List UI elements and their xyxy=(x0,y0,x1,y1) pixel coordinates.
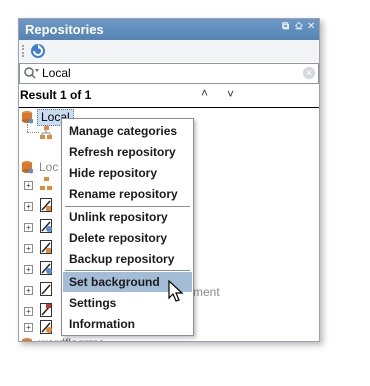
result-count: Result 1 of 1 xyxy=(20,88,92,102)
expand-icon[interactable]: + xyxy=(24,244,33,253)
mouse-cursor-icon xyxy=(168,280,184,302)
menu-item-label: Manage categories xyxy=(69,124,178,138)
expand-icon[interactable]: + xyxy=(24,323,33,332)
close-icon[interactable]: ✕ xyxy=(307,21,315,32)
clear-icon[interactable]: ✕ xyxy=(303,67,315,79)
refresh-button[interactable] xyxy=(28,41,48,61)
menu-item-delete-repository[interactable]: Delete repository xyxy=(63,228,192,248)
expand-icon[interactable]: + xyxy=(24,223,33,232)
expand-icon[interactable]: + xyxy=(24,265,33,274)
restore-icon[interactable]: ⧉ xyxy=(282,21,289,32)
panel-title: Repositories xyxy=(25,22,104,37)
repository-icon xyxy=(22,161,33,174)
document-icon xyxy=(40,320,52,334)
search-input[interactable]: Local xyxy=(42,66,71,80)
categories-icon xyxy=(40,177,52,190)
pin-icon[interactable]: ⎐ xyxy=(295,21,303,32)
document-icon xyxy=(40,240,52,254)
menu-item-label: Hide repository xyxy=(69,166,158,180)
menu-separator xyxy=(65,270,190,271)
refresh-icon xyxy=(31,44,45,58)
categories-icon xyxy=(40,126,52,139)
menu-item-label: Backup repository xyxy=(69,252,175,266)
chevron-down-icon[interactable]: ˅ xyxy=(227,87,234,101)
repository-icon xyxy=(22,111,33,124)
menu-item-hide-repository[interactable]: Hide repository xyxy=(63,163,192,183)
search-filter-icon[interactable] xyxy=(23,66,39,80)
menu-item-unlink-repository[interactable]: Unlink repository xyxy=(63,207,192,227)
document-icon xyxy=(40,282,52,296)
menu-item-label: Unlink repository xyxy=(69,210,168,224)
expand-icon[interactable]: + xyxy=(24,181,33,190)
menu-item-rename-repository[interactable]: Rename repository xyxy=(63,184,192,204)
tree-item-partial[interactable]: Loc xyxy=(39,160,58,174)
menu-item-refresh-repository[interactable]: Refresh repository xyxy=(63,142,192,162)
menu-item-backup-repository[interactable]: Backup repository xyxy=(63,249,192,269)
menu-item-label: Information xyxy=(69,317,135,331)
menu-item-label: Settings xyxy=(69,296,117,310)
menu-item-information[interactable]: Information xyxy=(63,314,192,334)
menu-item-label: Set background xyxy=(69,275,160,289)
repository-icon xyxy=(22,338,32,341)
result-bar: Result 1 of 1 ˄ ˅ xyxy=(19,85,319,108)
panel-titlebar[interactable]: Repositories ⧉ ⎐ ✕ xyxy=(19,19,319,40)
expand-icon[interactable]: + xyxy=(24,286,33,295)
expand-icon[interactable]: + xyxy=(24,202,33,211)
document-icon xyxy=(40,198,52,212)
menu-item-label: Refresh repository xyxy=(69,145,176,159)
menu-item-manage-categories[interactable]: Manage categories xyxy=(63,121,192,141)
search-field[interactable]: Local ✕ xyxy=(19,63,319,84)
tree-item-partial-text: ment xyxy=(193,285,220,299)
toolbar xyxy=(19,40,319,62)
toolbar-grip[interactable] xyxy=(22,45,26,57)
expand-icon[interactable]: + xyxy=(24,307,33,316)
tree-item-bottom[interactable]: wordflagrms xyxy=(39,336,104,341)
menu-item-label: Rename repository xyxy=(69,187,178,201)
document-icon xyxy=(40,303,52,317)
document-icon xyxy=(40,261,52,275)
menu-item-label: Delete repository xyxy=(69,231,168,245)
chevron-up-icon[interactable]: ˄ xyxy=(201,86,208,100)
document-icon xyxy=(40,219,52,233)
